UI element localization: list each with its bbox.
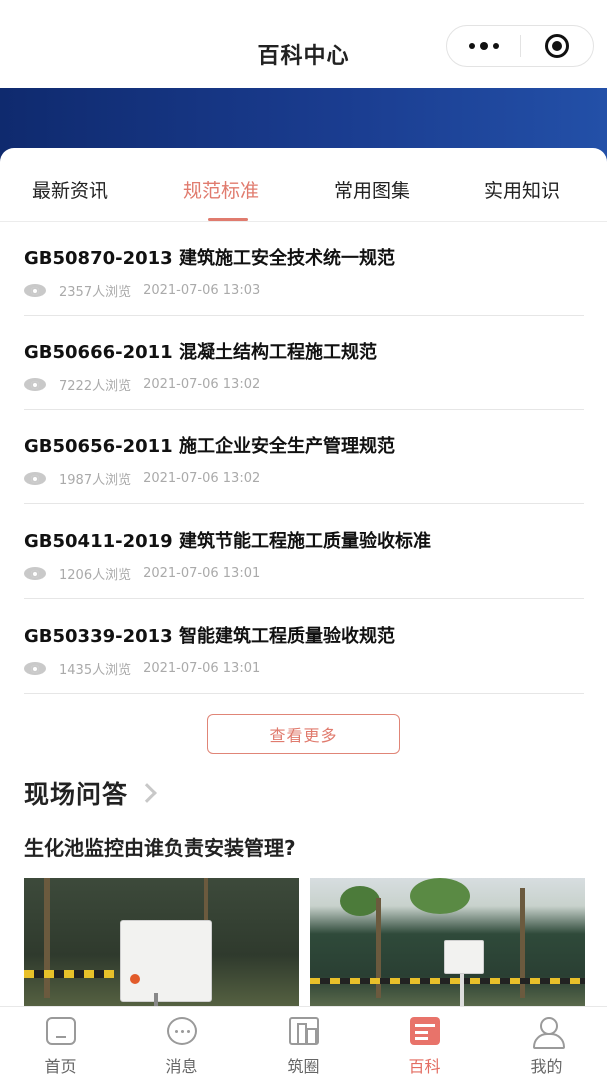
article-meta: 2357人浏览 2021-07-06 13:03 xyxy=(24,280,260,300)
article-item[interactable]: GB50656-2011 施工企业安全生产管理规范 1987人浏览 2021-0… xyxy=(24,410,584,504)
bottom-tab-bar: 首页 消息 筑圈 百科 我的 xyxy=(0,1006,607,1080)
publish-time: 2021-07-06 13:01 xyxy=(143,660,261,676)
message-icon xyxy=(167,1017,197,1045)
view-count: 7222人浏览 xyxy=(59,378,132,394)
category-tabs: 最新资讯 规范标准 常用图集 实用知识 xyxy=(0,148,607,222)
article-title: GB50870-2013 建筑施工安全技术统一规范 xyxy=(24,248,395,269)
tabbar-home[interactable]: 首页 xyxy=(0,1007,121,1080)
view-count: 2357人浏览 xyxy=(59,284,132,300)
tabbar-label: 百科 xyxy=(408,1057,441,1076)
view-count: 1206人浏览 xyxy=(59,567,132,583)
publish-time: 2021-07-06 13:03 xyxy=(143,282,261,298)
more-options-button[interactable] xyxy=(447,26,521,66)
chevron-right-icon xyxy=(137,783,157,803)
active-tab-indicator xyxy=(208,218,248,221)
profile-icon xyxy=(532,1017,565,1049)
close-program-icon[interactable] xyxy=(545,34,569,58)
top-nav-bar: 百科中心 xyxy=(0,0,607,88)
view-count: 1987人浏览 xyxy=(59,472,132,488)
article-item[interactable]: GB50339-2013 智能建筑工程质量验收规范 1435人浏览 2021-0… xyxy=(24,600,584,694)
qa-photo[interactable] xyxy=(310,878,585,1018)
publish-time: 2021-07-06 13:01 xyxy=(143,565,261,581)
tab-standards[interactable]: 规范标准 xyxy=(183,176,259,203)
eye-icon xyxy=(24,566,46,580)
article-meta: 1435人浏览 2021-07-06 13:01 xyxy=(24,658,260,678)
home-icon xyxy=(46,1017,76,1045)
eye-icon xyxy=(24,471,46,485)
tab-common-atlas[interactable]: 常用图集 xyxy=(334,176,410,203)
eye-icon xyxy=(24,661,46,675)
article-item[interactable]: GB50870-2013 建筑施工安全技术统一规范 2357人浏览 2021-0… xyxy=(24,222,584,316)
eye-icon xyxy=(24,377,46,391)
qa-section-title: 现场问答 xyxy=(24,780,129,809)
qa-section-header[interactable]: 现场问答 xyxy=(24,776,157,810)
building-icon xyxy=(289,1017,319,1045)
article-item[interactable]: GB50411-2019 建筑节能工程施工质量验收标准 1206人浏览 2021… xyxy=(24,505,584,599)
tabbar-label: 首页 xyxy=(44,1057,77,1076)
tab-practical-knowledge[interactable]: 实用知识 xyxy=(484,176,560,203)
content-card: 最新资讯 规范标准 常用图集 实用知识 GB50870-2013 建筑施工安全技… xyxy=(0,148,607,1018)
mini-program-capsule xyxy=(446,25,594,67)
tabbar-messages[interactable]: 消息 xyxy=(121,1007,242,1080)
article-meta: 1206人浏览 2021-07-06 13:01 xyxy=(24,563,260,583)
tabbar-profile[interactable]: 我的 xyxy=(486,1007,607,1080)
article-title: GB50666-2011 混凝土结构工程施工规范 xyxy=(24,342,377,363)
tab-latest-news[interactable]: 最新资讯 xyxy=(32,176,108,203)
qa-question-title[interactable]: 生化池监控由谁负责安装管理? xyxy=(24,832,296,861)
encyclopedia-icon xyxy=(410,1017,440,1045)
article-title: GB50411-2019 建筑节能工程施工质量验收标准 xyxy=(24,531,431,552)
publish-time: 2021-07-06 13:02 xyxy=(143,470,261,486)
view-more-button[interactable]: 查看更多 xyxy=(207,714,400,754)
qa-photo[interactable] xyxy=(24,878,299,1018)
article-title: GB50339-2013 智能建筑工程质量验收规范 xyxy=(24,626,395,647)
view-count: 1435人浏览 xyxy=(59,662,132,678)
tabbar-label: 我的 xyxy=(530,1057,563,1076)
capsule-divider xyxy=(520,35,521,57)
eye-icon xyxy=(24,283,46,297)
publish-time: 2021-07-06 13:02 xyxy=(143,376,261,392)
tabbar-encyclopedia[interactable]: 百科 xyxy=(364,1007,485,1080)
article-title: GB50656-2011 施工企业安全生产管理规范 xyxy=(24,436,395,457)
article-meta: 7222人浏览 2021-07-06 13:02 xyxy=(24,374,260,394)
article-item[interactable]: GB50666-2011 混凝土结构工程施工规范 7222人浏览 2021-07… xyxy=(24,316,584,410)
tabbar-label: 消息 xyxy=(165,1057,198,1076)
tabbar-circle[interactable]: 筑圈 xyxy=(243,1007,364,1080)
tabbar-label: 筑圈 xyxy=(287,1057,320,1076)
article-meta: 1987人浏览 2021-07-06 13:02 xyxy=(24,468,260,488)
